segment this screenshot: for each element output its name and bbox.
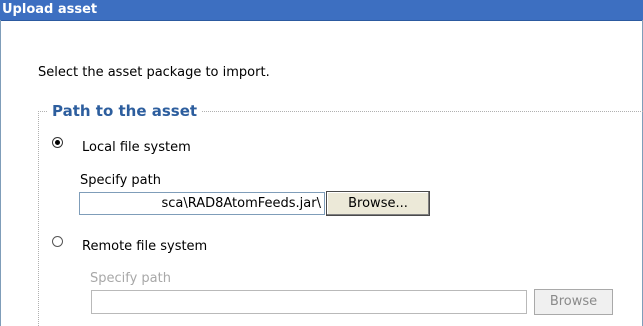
remote-file-system-label[interactable]: Remote file system [82,238,207,255]
upload-asset-dialog: Upload asset Select the asset package to… [0,0,643,326]
radio-selected-dot [55,140,60,145]
local-browse-button[interactable]: Browse... [326,191,430,216]
remote-browse-button[interactable]: Browse [534,289,613,315]
frame-left-border [0,20,1,326]
local-file-system-radio[interactable] [52,137,63,148]
local-specify-path-label: Specify path [80,173,161,188]
title-bar: Upload asset [0,0,643,21]
instruction-text: Select the asset package to import. [38,65,270,80]
remote-specify-path-label: Specify path [90,271,171,286]
remote-file-system-radio[interactable] [52,236,63,247]
dialog-title: Upload asset [2,2,98,17]
local-path-input[interactable] [79,192,325,215]
remote-path-input[interactable] [91,290,527,314]
path-group-title: Path to the asset [48,101,202,121]
local-file-system-label[interactable]: Local file system [82,139,191,156]
